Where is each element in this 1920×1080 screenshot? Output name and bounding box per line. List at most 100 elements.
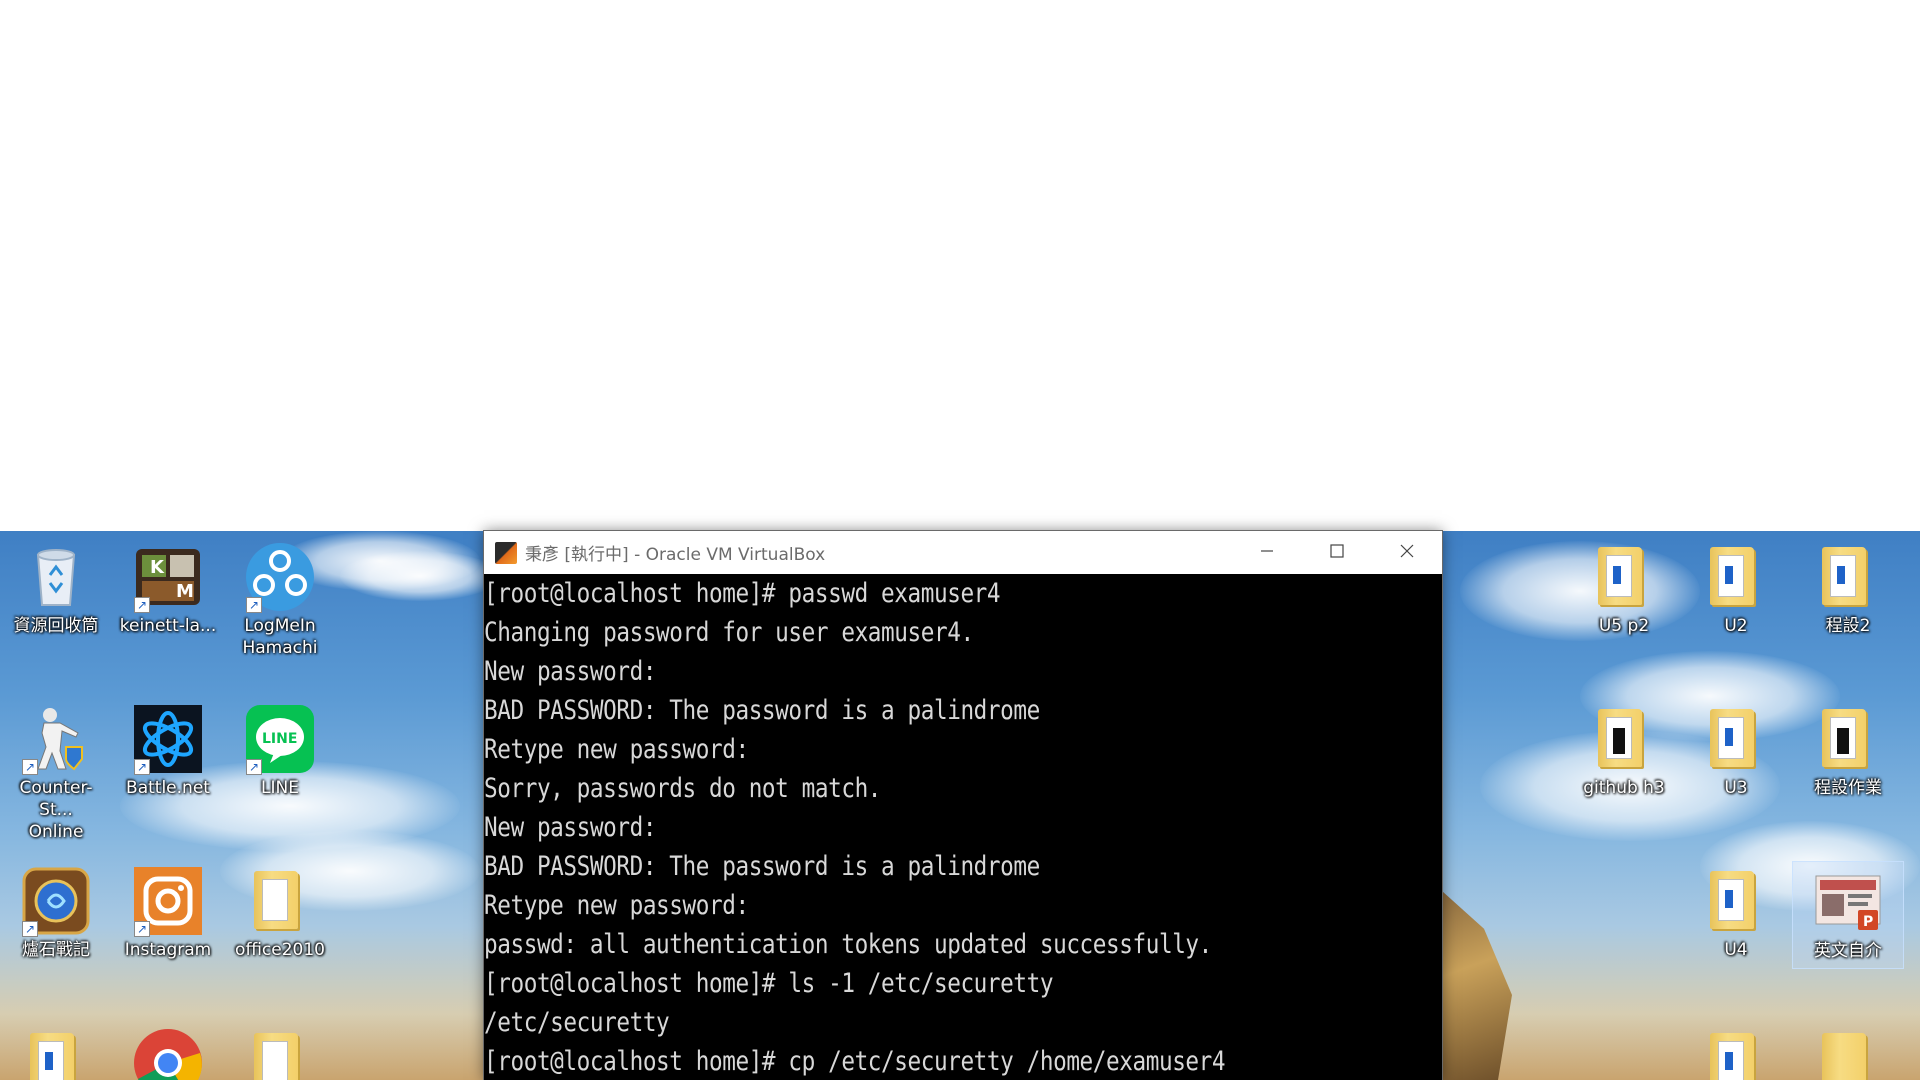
desktop-icon-counter-strike[interactable]: ↗ Counter-St... Online (6, 703, 106, 843)
terminal-line: [root@localhost home]# passwd examuser4 (484, 578, 1001, 609)
desktop-icon-u4[interactable]: U4 (1686, 865, 1786, 961)
folder-icon (1812, 541, 1884, 613)
folder-icon (1700, 541, 1772, 613)
desktop-icon-u3[interactable]: U3 (1686, 703, 1786, 799)
folder-icon (1588, 541, 1660, 613)
folder-shape (1710, 709, 1754, 767)
desktop-icon-chrome[interactable] (118, 1027, 218, 1080)
folder-paper (38, 1041, 64, 1080)
terminal-line: BAD PASSWORD: The password is a palindro… (484, 851, 1040, 882)
desktop-icon-keinett[interactable]: K M ↗ keinett-la... (118, 541, 218, 637)
svg-text:K: K (150, 557, 165, 578)
desktop-icon-u2[interactable]: U2 (1686, 541, 1786, 637)
maximize-icon (1329, 543, 1345, 563)
folder-shape (1710, 1033, 1754, 1080)
close-button[interactable] (1372, 531, 1442, 574)
line-icon: LINE ↗ (244, 703, 316, 775)
desktop-icon-label: Battle.net (126, 778, 210, 798)
terminal-line: BAD PASSWORD: The password is a palindro… (484, 695, 1040, 726)
shortcut-arrow-icon: ↗ (134, 597, 150, 613)
desktop-icon-chengshe2[interactable]: 程設2 (1798, 541, 1898, 637)
folder-icon (244, 865, 316, 937)
desktop-icon-battlenet[interactable]: ↗ Battle.net (118, 703, 218, 799)
terminal-line: Changing password for user examuser4. (484, 617, 974, 648)
maximize-button[interactable] (1302, 531, 1372, 574)
desktop-icon-label: 爐石戰記 (22, 940, 90, 960)
cloud (340, 551, 500, 601)
folder-icon (244, 1027, 316, 1080)
screen: 資源回收筒 K M ↗ keinett-la... ↗ LogMeIn Hama… (0, 0, 1920, 1080)
desktop-icon-office2010[interactable]: office2010 (230, 865, 330, 961)
desktop-icon-label: Counter-St... Online (19, 778, 93, 842)
shortcut-arrow-icon: ↗ (22, 921, 38, 937)
folder-icon (1812, 703, 1884, 775)
vm-console-screen[interactable]: [root@localhost home]# passwd examuser4 … (484, 574, 1442, 1080)
minimize-button[interactable] (1232, 531, 1302, 574)
desktop-icon-github-h3[interactable]: github h3 (1574, 703, 1674, 799)
desktop-icon-label: keinett-la... (119, 616, 217, 636)
recycle-bin-icon (20, 541, 92, 613)
desktop-icon-label: 資源回收筒 (13, 616, 99, 636)
desktop-icon-label: github h3 (1583, 778, 1665, 798)
desktop-icon-label: 英文自介 (1814, 941, 1882, 961)
terminal-line: Retype new password: (484, 890, 749, 921)
desktop-icon-chengshe-zuoye[interactable]: 程設作業 (1798, 703, 1898, 799)
desktop-icon-label: U3 (1724, 778, 1748, 798)
folder-shape (30, 1033, 74, 1080)
desktop-icon-label: 程設作業 (1814, 778, 1882, 798)
folder-paper (1830, 555, 1856, 597)
folder-icon (1812, 1027, 1884, 1080)
folder-paper (262, 879, 288, 921)
terminal-line: [root@localhost home]# cp /etc/securetty… (484, 1046, 1226, 1077)
shortcut-arrow-icon: ↗ (246, 597, 262, 613)
instagram-icon: ↗ (132, 865, 204, 937)
desktop-icon-instagram[interactable]: ↗ Instagram (118, 865, 218, 961)
folder-paper (1606, 555, 1632, 597)
terminal-line: New password: (484, 656, 657, 687)
desktop-icon-partial-folder[interactable] (230, 1027, 330, 1080)
svg-text:LINE: LINE (262, 731, 297, 747)
desktop-icon-label: U4 (1724, 940, 1748, 960)
folder-shape (1710, 547, 1754, 605)
cliff-rock (1442, 891, 1512, 1080)
window-titlebar[interactable]: 秉彥 [執行中] - Oracle VM VirtualBox (484, 531, 1442, 574)
desktop-icon-partial-folder[interactable] (1798, 1027, 1898, 1080)
desktop-icon-u5-p2[interactable]: U5 p2 (1574, 541, 1674, 637)
desktop-icon-partial-folder[interactable] (1686, 1027, 1786, 1080)
folder-paper (1830, 717, 1856, 759)
desktop-icon-label: Instagram (124, 940, 212, 960)
shortcut-arrow-icon: ↗ (22, 759, 38, 775)
folder-icon (1700, 1027, 1772, 1080)
terminal-line: Sorry, passwords do not match. (484, 773, 882, 804)
folder-shape (1822, 709, 1866, 767)
desktop-icon-label: office2010 (235, 940, 325, 960)
virtualbox-window[interactable]: 秉彥 [執行中] - Oracle VM VirtualBox [root@lo… (484, 531, 1442, 1080)
hamachi-icon: ↗ (244, 541, 316, 613)
desktop-icon-english-intro[interactable]: P 英文自介 (1792, 861, 1904, 969)
desktop-icon-label: LINE (261, 778, 299, 798)
terminal-line: New password: (484, 812, 657, 843)
battlenet-icon: ↗ (132, 703, 204, 775)
desktop-icon-partial[interactable] (6, 1027, 106, 1080)
terminal-line: /etc/securetty (484, 1007, 670, 1038)
shortcut-arrow-icon: ↗ (134, 759, 150, 775)
desktop-icon-line[interactable]: LINE ↗ LINE (230, 703, 330, 799)
folder-shape (1822, 547, 1866, 605)
folder-paper (262, 1041, 288, 1080)
desktop-icon-recycle-bin[interactable]: 資源回收筒 (6, 541, 106, 637)
terminal-line: passwd: all authentication tokens update… (484, 929, 1212, 960)
desktop-icon-hamachi[interactable]: ↗ LogMeIn Hamachi (230, 541, 330, 659)
folder-icon (1588, 703, 1660, 775)
folder-shape (254, 1033, 298, 1080)
keinett-app-icon: K M ↗ (132, 541, 204, 613)
svg-text:M: M (176, 581, 194, 602)
folder-shape (1598, 547, 1642, 605)
folder-shape (1598, 709, 1642, 767)
folder-icon (1700, 703, 1772, 775)
desktop-icon-hearthstone[interactable]: ↗ 爐石戰記 (6, 865, 106, 961)
folder-paper (1718, 879, 1744, 921)
virtualbox-app-icon (495, 541, 517, 564)
window-title: 秉彥 [執行中] - Oracle VM VirtualBox (525, 545, 826, 565)
desktop-icon-label: U5 p2 (1598, 616, 1650, 636)
counter-strike-icon: ↗ (20, 703, 92, 775)
